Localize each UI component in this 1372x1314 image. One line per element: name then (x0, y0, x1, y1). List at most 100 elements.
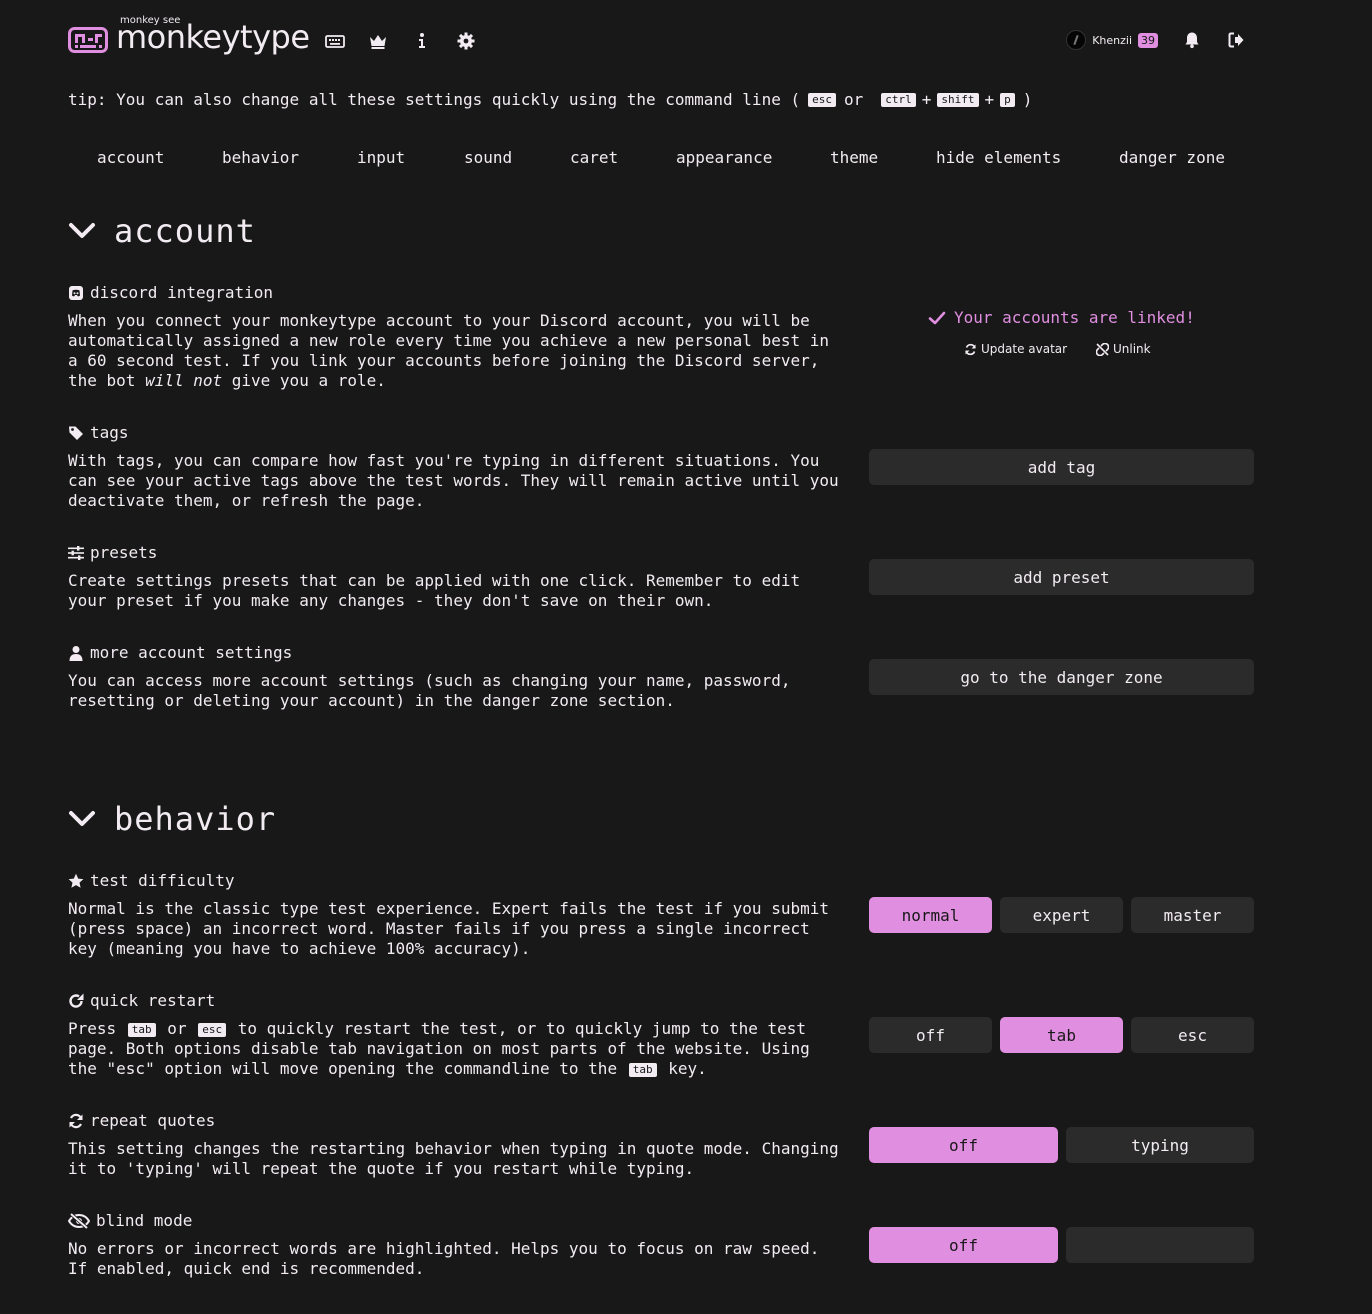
star-icon (68, 873, 84, 888)
info-icon[interactable] (411, 30, 433, 52)
blind-mode-on-button[interactable] (1066, 1227, 1254, 1263)
difficulty-master-button[interactable]: master (1131, 897, 1254, 933)
setting-title-text: test difficulty (90, 871, 235, 890)
logo-icon[interactable] (68, 27, 108, 57)
chevron-down-icon (69, 223, 95, 238)
section-header-behavior[interactable]: behavior (68, 800, 276, 838)
gear-icon[interactable] (455, 30, 477, 52)
setting-desc-more-account: You can access more account settings (su… (68, 671, 791, 710)
avatar (1066, 30, 1087, 50)
unlink-icon (1096, 342, 1109, 356)
setting-desc-tags: With tags, you can compare how fast you'… (68, 451, 839, 510)
section-header-account[interactable]: account (68, 212, 256, 250)
add-preset-button[interactable]: add preset (869, 559, 1254, 595)
tip-prefix: tip: You can also change all these setti… (68, 90, 801, 109)
setting-desc-blind-mode: No errors or incorrect words are highlig… (68, 1239, 820, 1278)
section-title: account (114, 212, 256, 250)
desc-text: Press (68, 1019, 126, 1038)
keyboard-icon[interactable] (324, 30, 346, 52)
setting-title-text: discord integration (90, 283, 274, 302)
quick-restart-tab-button[interactable]: tab (1000, 1017, 1123, 1053)
difficulty-expert-button[interactable]: expert (1000, 897, 1123, 933)
update-avatar-label: Update avatar (981, 342, 1068, 356)
section-title: behavior (114, 800, 277, 838)
setting-title-tags: tags (68, 423, 129, 442)
unlink-label: Unlink (1113, 342, 1151, 356)
quick-restart-esc-button[interactable]: esc (1131, 1017, 1254, 1053)
tip-or: or (843, 90, 864, 109)
user-account-button[interactable]: Khenzii 39 (1066, 30, 1158, 50)
eye-slash-icon (68, 1212, 90, 1229)
tab-sound[interactable]: sound (464, 148, 512, 167)
sync-icon (69, 1113, 83, 1128)
setting-desc-presets: Create settings presets that can be appl… (68, 571, 801, 610)
user-level-badge: 39 (1138, 32, 1158, 48)
setting-title-presets: presets (68, 543, 157, 562)
add-tag-button[interactable]: add tag (869, 449, 1254, 485)
key-p: p (1000, 92, 1015, 107)
setting-desc-test-difficulty: Normal is the classic type test experien… (68, 899, 829, 958)
chevron-down-icon (69, 811, 95, 826)
tab-theme[interactable]: theme (830, 148, 878, 167)
discord-icon (69, 285, 83, 300)
update-avatar-button[interactable]: Update avatar (964, 342, 1067, 356)
setting-title-quick-restart: quick restart (68, 991, 215, 1010)
tip-suffix: ) (1022, 90, 1033, 109)
setting-title-blind-mode: blind mode (68, 1211, 192, 1230)
blind-mode-off-button[interactable]: off (869, 1227, 1058, 1263)
key-esc: esc (198, 1022, 227, 1037)
setting-title-discord: discord integration (68, 283, 273, 302)
setting-title-text: blind mode (96, 1211, 193, 1230)
repeat-quotes-typing-button[interactable]: typing (1066, 1127, 1254, 1163)
redo-icon (69, 993, 84, 1008)
key-tab: tab (127, 1022, 156, 1037)
setting-desc-quick-restart: Press tab or esc to quickly restart the … (68, 1019, 848, 1079)
settings-page: monkey see monkeytype Khenzii 39 tip: Yo… (0, 0, 1372, 1314)
crown-icon[interactable] (367, 30, 389, 52)
desc-emphasis: will not (145, 371, 223, 390)
brand-name: monkeytype (116, 18, 310, 56)
linked-text: Your accounts are linked! (954, 308, 1195, 327)
check-icon (928, 311, 946, 324)
tab-account[interactable]: account (97, 148, 164, 167)
desc-text: key. (658, 1059, 707, 1078)
settings-section-nav: account behavior input sound caret appea… (68, 148, 1254, 174)
tab-hide-elements[interactable]: hide elements (936, 148, 1061, 167)
tip-plus: + (984, 90, 995, 109)
tab-behavior[interactable]: behavior (222, 148, 299, 167)
desc-text: or (157, 1019, 197, 1038)
setting-title-repeat-quotes: repeat quotes (68, 1111, 215, 1130)
setting-desc-repeat-quotes: This setting changes the restarting beha… (68, 1139, 839, 1178)
unlink-button[interactable]: Unlink (1096, 342, 1151, 356)
setting-desc-discord: When you connect your monkeytype account… (68, 311, 848, 391)
setting-title-test-difficulty: test difficulty (68, 871, 235, 890)
command-line-tip: tip: You can also change all these setti… (68, 90, 1032, 109)
user-name: Khenzii (1092, 33, 1132, 47)
sign-out-icon[interactable] (1226, 30, 1246, 50)
setting-title-text: repeat quotes (90, 1111, 216, 1130)
tab-appearance[interactable]: appearance (676, 148, 772, 167)
quick-restart-off-button[interactable]: off (869, 1017, 992, 1053)
bell-icon[interactable] (1182, 30, 1202, 50)
key-ctrl: ctrl (881, 92, 916, 107)
tip-plus: + (921, 90, 932, 109)
tab-caret[interactable]: caret (570, 148, 618, 167)
setting-title-text: quick restart (90, 991, 216, 1010)
tab-input[interactable]: input (357, 148, 405, 167)
user-icon (69, 645, 83, 661)
setting-title-text: more account settings (90, 643, 293, 662)
tag-icon (69, 426, 83, 440)
tab-danger-zone[interactable]: danger zone (1119, 148, 1225, 167)
go-to-danger-zone-button[interactable]: go to the danger zone (869, 659, 1254, 695)
key-tab: tab (628, 1062, 657, 1077)
difficulty-normal-button[interactable]: normal (869, 897, 992, 933)
setting-title-more-account: more account settings (68, 643, 292, 662)
refresh-icon (965, 343, 976, 355)
setting-title-text: tags (90, 423, 129, 442)
sliders-icon (68, 545, 84, 560)
repeat-quotes-off-button[interactable]: off (869, 1127, 1058, 1163)
discord-linked-status: Your accounts are linked! (928, 308, 1195, 327)
key-shift: shift (937, 92, 979, 107)
key-esc: esc (808, 92, 836, 107)
desc-text: give you a role. (222, 371, 386, 390)
